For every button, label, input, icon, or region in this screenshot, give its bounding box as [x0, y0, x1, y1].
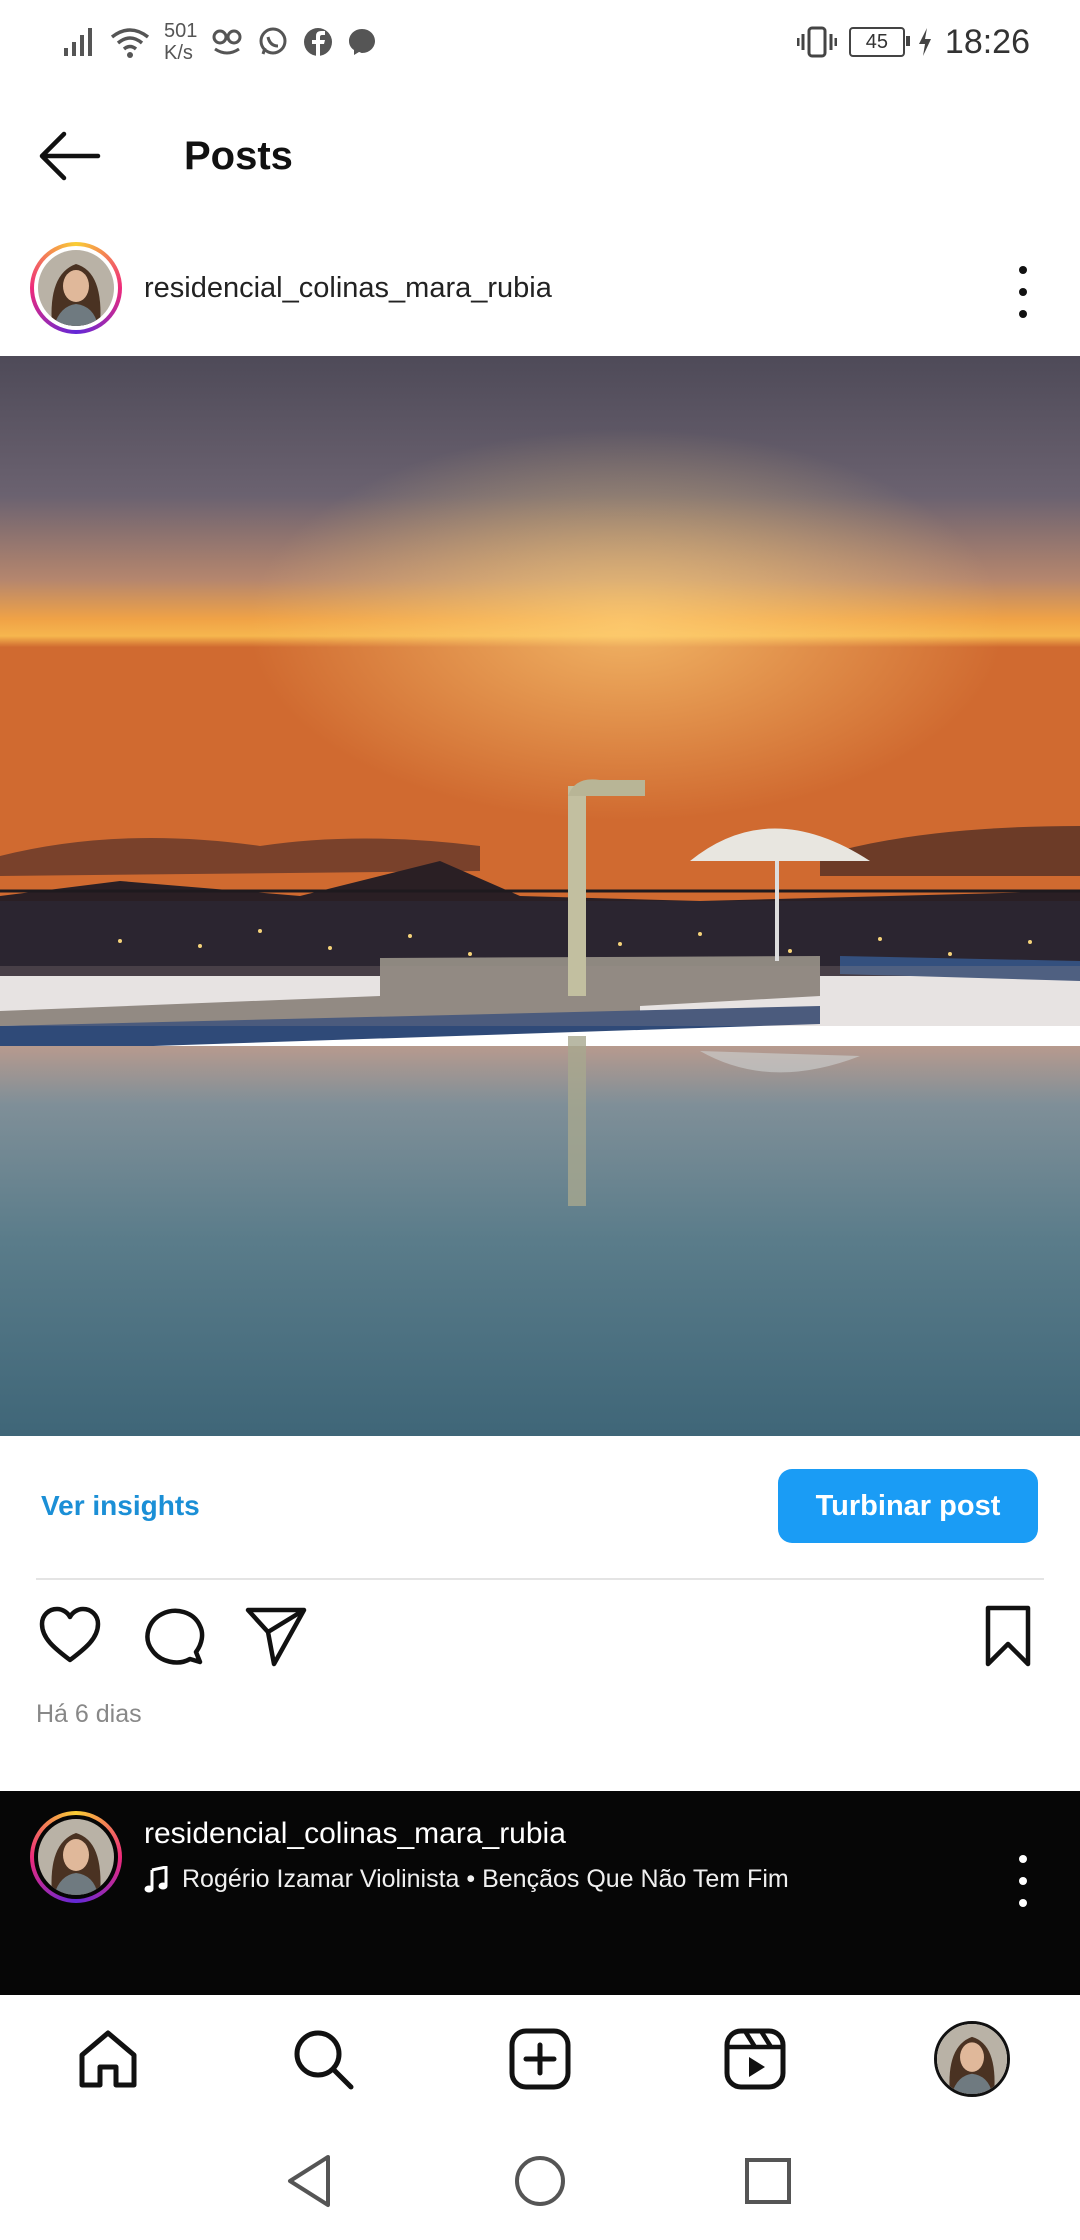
clock: 18:26: [944, 22, 1030, 61]
nav-search[interactable]: [283, 2019, 363, 2099]
avatar-border: [34, 246, 118, 330]
bottom-navigation: [0, 1995, 1080, 2125]
back-arrow-icon[interactable]: [38, 128, 102, 184]
post-header: residencial_colinas_mara_rubia: [0, 236, 1080, 344]
music-track-label: Rogério Izamar Violinista • Bençãos Que …: [182, 1865, 789, 1893]
app-notification-icon: [212, 29, 242, 55]
signal-icon: [64, 28, 92, 56]
vibrate-icon: [796, 26, 837, 58]
avatar-photo: [38, 250, 114, 326]
boost-post-button[interactable]: Turbinar post: [778, 1469, 1038, 1543]
nav-profile[interactable]: [932, 2019, 1012, 2099]
speed-unit: K/s: [164, 42, 193, 64]
search-icon: [294, 2030, 354, 2090]
battery-level: 45: [865, 30, 889, 53]
facebook-icon: [304, 28, 333, 57]
post-image[interactable]: [0, 356, 1080, 1436]
system-recents-icon[interactable]: [744, 2157, 792, 2205]
post-timestamp: Há 6 dias: [36, 1700, 142, 1728]
speed-value: 501: [164, 20, 198, 42]
page-title: Posts: [184, 134, 293, 178]
status-right: 45 18:26: [796, 14, 1030, 70]
share-send-icon[interactable]: [244, 1604, 308, 1668]
music-info[interactable]: Rogério Izamar Violinista • Bençãos Que …: [144, 1865, 789, 1894]
post-avatar[interactable]: [30, 242, 122, 334]
system-navigation-bar: [0, 2125, 1080, 2240]
wifi-icon: [110, 28, 150, 58]
system-back-icon[interactable]: [284, 2153, 334, 2209]
charging-icon: [918, 28, 931, 56]
comment-icon[interactable]: [142, 1604, 206, 1668]
next-post-more-options-icon[interactable]: [1013, 1855, 1033, 1907]
avatar-photo: [38, 1819, 114, 1895]
status-left: 501 K/s: [62, 14, 377, 70]
next-post-header: residencial_colinas_mara_rubia Rogério I…: [0, 1791, 1080, 1995]
nav-reels[interactable]: [715, 2019, 795, 2099]
reels-icon: [724, 2028, 786, 2090]
battery-icon: 45: [848, 27, 910, 57]
system-home-icon[interactable]: [514, 2155, 566, 2207]
create-icon: [509, 2028, 571, 2090]
post-more-options-icon[interactable]: [1013, 266, 1033, 318]
top-header: Posts: [0, 100, 1080, 210]
whatsapp-icon: [259, 27, 287, 55]
avatar-border: [34, 1815, 118, 1899]
like-heart-icon[interactable]: [38, 1604, 102, 1668]
nav-home[interactable]: [68, 2019, 148, 2099]
music-note-icon: [144, 1865, 168, 1892]
home-icon: [79, 2030, 137, 2088]
network-speed: 501 K/s: [164, 20, 197, 64]
status-bar: 501 K/s 45 18:26: [0, 0, 1080, 80]
messenger-icon: [349, 29, 376, 55]
divider: [36, 1578, 1044, 1580]
save-bookmark-icon[interactable]: [976, 1604, 1040, 1668]
nav-create[interactable]: [500, 2019, 580, 2099]
profile-avatar: [934, 2021, 1010, 2097]
next-post-username[interactable]: residencial_colinas_mara_rubia: [144, 1817, 566, 1851]
view-insights-link[interactable]: Ver insights: [41, 1490, 200, 1522]
next-post-avatar[interactable]: [30, 1811, 122, 1903]
post-username[interactable]: residencial_colinas_mara_rubia: [144, 272, 552, 305]
